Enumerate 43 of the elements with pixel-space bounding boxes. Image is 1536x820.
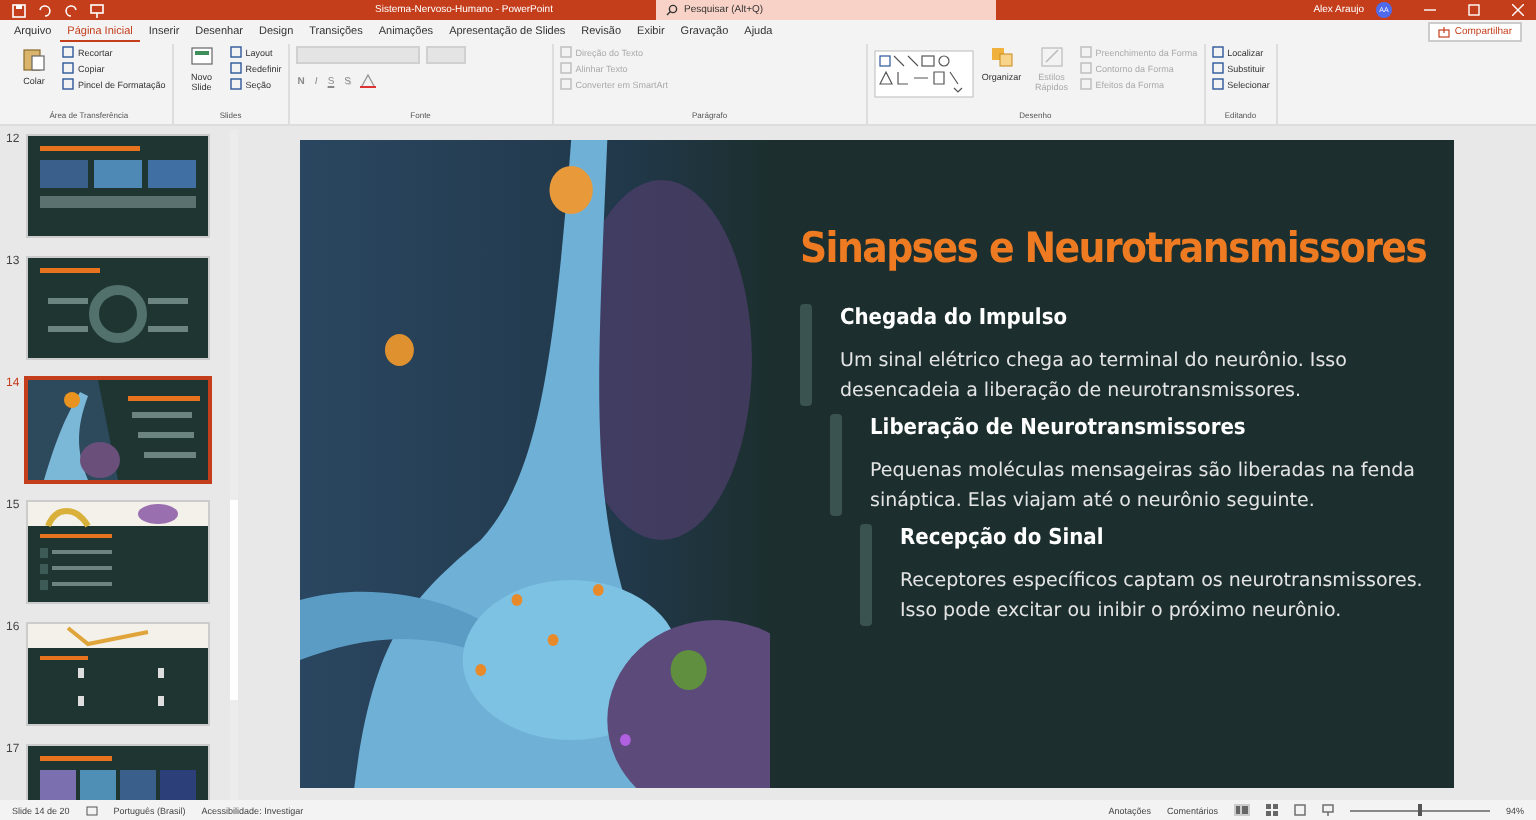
section-body: Receptores específicos captam os neurotransmissores. Isso pode excitar ou inibir o próximo neurônio.	[900, 567, 1425, 625]
square-icon	[559, 62, 572, 74]
slide-thumbnail[interactable]	[26, 378, 210, 482]
square-icon	[559, 46, 572, 58]
redo-icon[interactable]	[64, 3, 78, 17]
sorter-view-icon[interactable]	[1265, 804, 1278, 816]
square-icon	[1211, 62, 1224, 74]
undo-icon[interactable]	[38, 3, 52, 17]
close-icon[interactable]	[1512, 4, 1524, 16]
square-icon	[1079, 78, 1092, 90]
section-heading: Recepção do Sinal	[900, 523, 1106, 549]
square-icon	[559, 78, 572, 90]
minimize-icon[interactable]	[1424, 4, 1436, 16]
square-icon	[1079, 46, 1092, 58]
slideshow-icon[interactable]	[1321, 804, 1334, 816]
reading-view-icon[interactable]	[1293, 804, 1306, 816]
presentation-icon[interactable]	[90, 3, 104, 17]
square-icon	[229, 46, 242, 58]
square-icon	[62, 46, 74, 58]
section-heading: Liberação de Neurotransmissores	[870, 413, 1248, 439]
font-name-field[interactable]	[295, 46, 420, 64]
font-color-icon[interactable]	[359, 74, 375, 88]
square-icon	[229, 78, 242, 90]
shapes-gallery-icon[interactable]	[873, 50, 974, 98]
square-icon	[229, 62, 242, 74]
square-icon	[1211, 46, 1224, 58]
quick-styles-icon	[1039, 46, 1064, 68]
spelling-icon[interactable]	[85, 805, 98, 815]
square-icon	[62, 62, 74, 74]
maximize-icon[interactable]	[1468, 4, 1480, 16]
zoom-slider[interactable]	[1417, 804, 1422, 816]
normal-view-icon[interactable]	[1233, 804, 1250, 816]
save-icon[interactable]	[12, 3, 26, 17]
slide-title: Sinapses e Neurotransmissores	[800, 223, 1427, 271]
square-icon	[1079, 62, 1092, 74]
square-icon	[1211, 78, 1224, 90]
share-icon	[1438, 26, 1451, 38]
arrange-icon	[989, 46, 1014, 68]
font-size-field[interactable]	[425, 46, 466, 64]
section-heading: Chegada do Impulso	[840, 303, 1070, 329]
section-body: Um sinal elétrico chega ao terminal do neurônio. Isso desencadeia a liberação de neurotransmissores.	[840, 347, 1349, 405]
square-icon	[62, 78, 74, 90]
section-body: Pequenas moléculas mensageiras são liberadas na fenda sináptica. Elas viajam até o neurônio seguinte.	[870, 457, 1417, 515]
